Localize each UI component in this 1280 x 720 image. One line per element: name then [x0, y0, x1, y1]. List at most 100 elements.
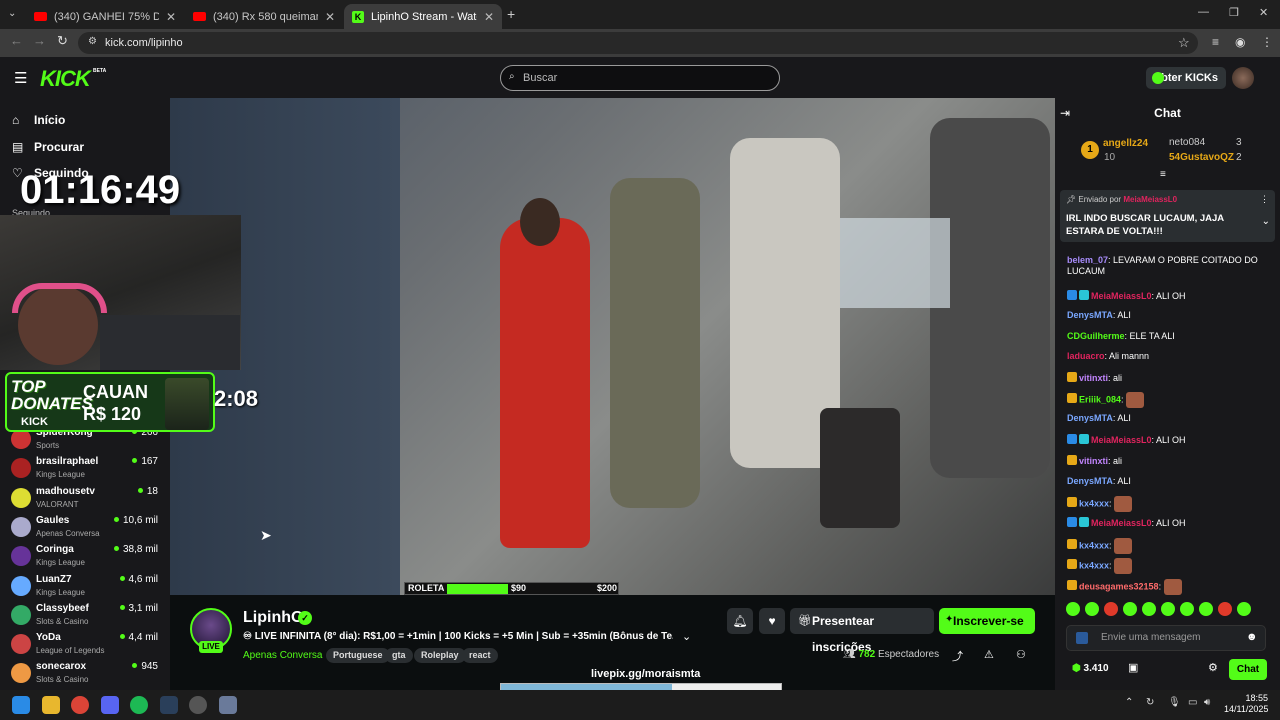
sidebar-channel[interactable]: brasilraphael Kings League 167	[10, 455, 170, 484]
tray-chevron-icon[interactable]: ⌃	[1125, 697, 1133, 708]
nav-inicio[interactable]: Início	[34, 113, 65, 127]
profile-icon[interactable]: ◉	[1235, 35, 1245, 49]
settings-gear-icon[interactable]: ⚙	[1208, 661, 1218, 674]
network-icon[interactable]: ▭	[1188, 697, 1197, 708]
close-icon[interactable]: ✕	[484, 10, 494, 24]
reload-icon[interactable]: ↻	[57, 33, 68, 49]
sidebar-channel[interactable]: LuanZ7 Kings League 4,6 mil	[10, 573, 170, 602]
browser-tab-2[interactable]: (340) Rx 580 queimando no ovo✕	[185, 4, 343, 29]
sidebar-channel[interactable]: YoDa League of Legends 4,4 mil	[10, 631, 170, 660]
emote-icon[interactable]	[1180, 602, 1194, 616]
minimize-icon[interactable]: —	[1198, 6, 1209, 18]
tray-sync-icon[interactable]: ↻	[1146, 697, 1154, 708]
leader-2-name[interactable]: neto084	[1169, 137, 1205, 148]
system-clock[interactable]: 18:55 14/11/2025	[1224, 693, 1268, 715]
file-explorer-icon[interactable]	[42, 696, 60, 714]
emote-icon[interactable]	[1104, 602, 1118, 616]
chat-username[interactable]: kx4xxx	[1079, 560, 1109, 570]
media-control-icon[interactable]: ≡	[1212, 35, 1219, 49]
more-icon[interactable]: ⋮	[1260, 194, 1269, 205]
chat-username[interactable]: vitinxti	[1079, 456, 1108, 466]
close-icon[interactable]: ✕	[166, 10, 176, 24]
chat-username[interactable]: Eriiik_084	[1079, 394, 1121, 404]
tag-gta[interactable]: gta	[385, 648, 413, 663]
chat-username[interactable]: kx4xxx	[1079, 540, 1109, 550]
report-icon[interactable]: ⚠	[984, 648, 994, 661]
new-tab-icon[interactable]: +	[507, 6, 515, 22]
subscribe-button[interactable]: Inscrever-se	[939, 608, 1035, 634]
maximize-icon[interactable]: ❐	[1229, 6, 1239, 19]
back-icon[interactable]: ←	[10, 33, 23, 48]
tag-react[interactable]: react	[462, 648, 498, 663]
url-field[interactable]: kick.com/lipinho	[78, 32, 1198, 54]
follow-button[interactable]: ♥	[759, 608, 785, 634]
chat-username[interactable]: CDGuilherme	[1067, 331, 1125, 341]
browser-tab-3[interactable]: KLipinhO Stream - Watch Live on Kick✕	[344, 4, 502, 29]
windows-start-icon[interactable]	[12, 696, 30, 714]
emoji-icon[interactable]: ☻	[1246, 631, 1258, 643]
chevron-down-icon[interactable]: ⌄	[1262, 216, 1270, 227]
nav-procurar[interactable]: Procurar	[34, 140, 84, 154]
browser-menu-icon[interactable]: ⋮	[1261, 35, 1273, 49]
chat-username[interactable]: deusagames32158	[1079, 581, 1159, 591]
discord-icon[interactable]	[101, 696, 119, 714]
chat-username[interactable]: kx4xxx	[1079, 498, 1109, 508]
emote-icon[interactable]	[1218, 602, 1232, 616]
leader-3-name[interactable]: 54GustavoQZ	[1169, 152, 1234, 163]
channel-name[interactable]: LipinhO	[243, 609, 303, 627]
hamburger-menu-icon[interactable]: ☰	[14, 69, 27, 87]
kick-logo[interactable]: KICK	[40, 66, 91, 92]
chat-username[interactable]: DenysMTA	[1067, 310, 1113, 320]
chat-input[interactable]: Envie uma mensagem	[1066, 625, 1266, 651]
user-avatar[interactable]	[1232, 67, 1254, 89]
settings-app-icon[interactable]	[219, 696, 237, 714]
emote-icon[interactable]	[1161, 602, 1175, 616]
close-icon[interactable]: ✕	[325, 10, 335, 24]
chat-username[interactable]: MeiaMeiassL0	[1091, 435, 1152, 445]
pinned-message[interactable]: 📌︎ Enviado por MeiaMeiassL0 IRL INDO BUS…	[1060, 190, 1275, 242]
bookmark-star-icon[interactable]: ☆	[1178, 35, 1190, 51]
obs-icon[interactable]	[189, 696, 207, 714]
share-icon[interactable]: ⤴	[952, 648, 963, 664]
window-close-icon[interactable]: ✕	[1259, 6, 1268, 19]
chrome-icon[interactable]	[71, 696, 89, 714]
chat-username[interactable]: belem_07	[1067, 255, 1108, 265]
volume-icon[interactable]: 🔊︎	[1204, 697, 1210, 708]
tab-search-icon[interactable]: ⌄	[8, 8, 16, 19]
emote-icon[interactable]	[1123, 602, 1137, 616]
store-icon[interactable]: ▣	[1128, 661, 1138, 674]
chat-username[interactable]: MeiaMeiassL0	[1091, 518, 1152, 528]
expand-title-icon[interactable]: ⌄	[682, 630, 691, 643]
notification-bell-button[interactable]: 🔔︎	[727, 608, 753, 634]
emote-icon[interactable]	[1199, 602, 1213, 616]
emote-icon[interactable]	[1142, 602, 1156, 616]
spotify-icon[interactable]	[130, 696, 148, 714]
chat-username[interactable]: laduacro	[1067, 351, 1105, 361]
emote-icon[interactable]	[1066, 602, 1080, 616]
steam-icon[interactable]	[160, 696, 178, 714]
microphone-icon[interactable]: 🎙︎	[1168, 697, 1181, 708]
search-input[interactable]: Buscar	[500, 65, 780, 91]
sidebar-channel[interactable]: Coringa Kings League 38,8 mil	[10, 543, 170, 572]
send-chat-button[interactable]: Chat	[1229, 659, 1267, 680]
chat-username[interactable]: DenysMTA	[1067, 476, 1113, 486]
chat-username[interactable]: MeiaMeiassL0	[1091, 291, 1152, 301]
chat-username[interactable]: vitinxti	[1079, 373, 1108, 383]
filter-icon[interactable]: ≡	[1160, 169, 1166, 180]
sidebar-channel[interactable]: madhousetv VALORANT 18	[10, 485, 170, 514]
site-info-icon[interactable]: ⚙	[88, 36, 97, 47]
emote-icon[interactable]	[1085, 602, 1099, 616]
tag-portuguese[interactable]: Portuguese	[326, 648, 390, 663]
browser-tab-1[interactable]: (340) GANHEI 75% DE UM PLANO✕	[26, 4, 184, 29]
sidebar-channel[interactable]: sonecarox Slots & Casino 945	[10, 660, 170, 689]
chat-username[interactable]: DenysMTA	[1067, 413, 1113, 423]
get-kicks-button[interactable]: Obter KICKs	[1146, 67, 1226, 89]
emote-icon[interactable]	[1237, 602, 1251, 616]
kicks-balance[interactable]: ⬢ 3.410	[1072, 663, 1109, 674]
tag-roleplay[interactable]: Roleplay	[414, 648, 466, 663]
stream-category[interactable]: Apenas Conversa	[243, 650, 323, 661]
leader-1-name[interactable]: angellz24	[1103, 138, 1148, 149]
sidebar-channel[interactable]: Classybeef Slots & Casino 3,1 mil	[10, 602, 170, 631]
add-user-icon[interactable]: ⚇	[1016, 648, 1026, 661]
video-player[interactable]	[170, 98, 1055, 595]
